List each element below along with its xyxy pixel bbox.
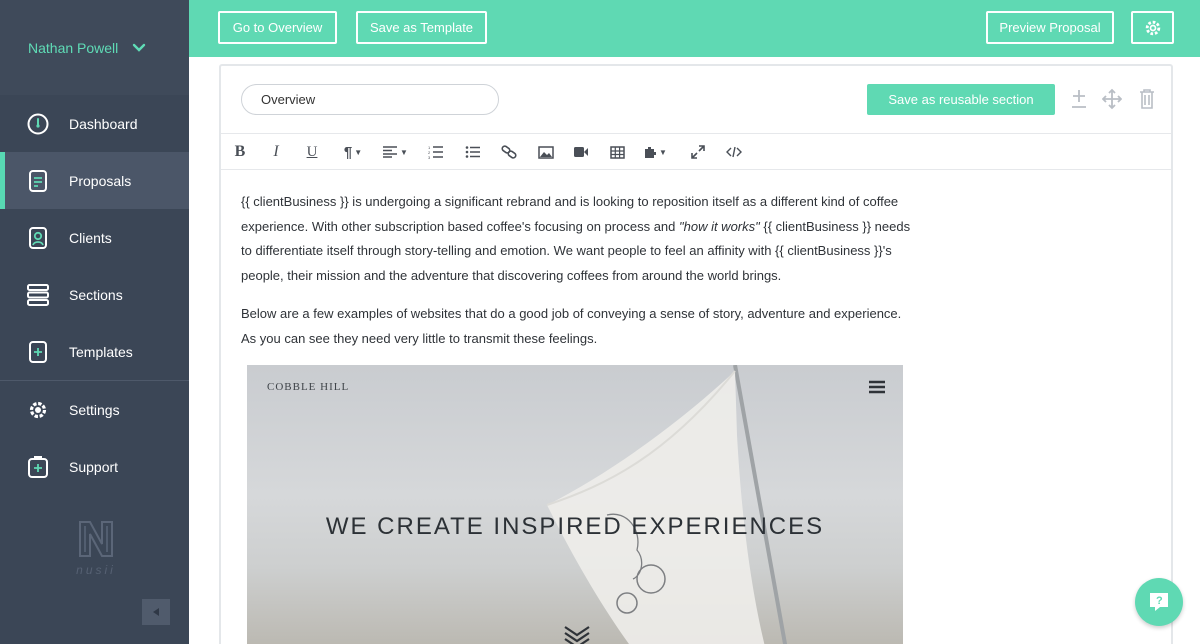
logo-text: nusii xyxy=(76,563,116,577)
templates-icon xyxy=(29,340,47,363)
bold-icon: B xyxy=(234,143,246,160)
image-button[interactable] xyxy=(533,142,559,162)
sections-icon xyxy=(27,283,49,306)
clients-icon xyxy=(29,226,47,249)
sidebar-item-sections[interactable]: Sections xyxy=(0,266,189,323)
chevron-down-icon xyxy=(133,43,146,52)
sidebar-item-label: Settings xyxy=(69,401,120,418)
hamburger-menu-icon xyxy=(869,380,885,394)
sidebar: Nathan Powell Dashboard Proposals Client… xyxy=(0,0,189,644)
emphasis-text: "how it works" xyxy=(679,218,760,234)
italic-button[interactable]: I xyxy=(263,142,289,162)
settings-icon xyxy=(29,401,47,418)
ordered-list-icon: 123 xyxy=(428,145,443,159)
support-icon xyxy=(28,455,48,478)
align-button[interactable]: ▼ xyxy=(379,142,411,162)
save-as-template-button[interactable]: Save as Template xyxy=(356,11,487,44)
plugin-button[interactable]: ▼ xyxy=(639,142,671,162)
collapse-sidebar-button[interactable] xyxy=(142,599,170,625)
move-icon[interactable] xyxy=(1102,88,1122,110)
link-button[interactable] xyxy=(496,142,522,162)
code-view-button[interactable] xyxy=(721,142,747,162)
sidebar-item-label: Proposals xyxy=(69,172,132,189)
settings-button[interactable] xyxy=(1131,11,1174,44)
sidebar-item-support[interactable]: Support xyxy=(0,438,189,495)
section-content[interactable]: {{ clientBusiness }} is undergoing a sig… xyxy=(221,170,1171,351)
fullscreen-button[interactable] xyxy=(685,142,711,162)
user-name: Nathan Powell xyxy=(28,39,119,56)
sidebar-item-templates[interactable]: Templates xyxy=(0,323,189,380)
dashboard-icon xyxy=(27,113,49,134)
section-title-input[interactable] xyxy=(241,84,499,115)
hero-headline: WE CREATE INSPIRED EXPERIENCES xyxy=(325,513,825,540)
unordered-list-icon xyxy=(465,146,480,158)
section-header: Save as reusable section xyxy=(221,66,1171,134)
logo-mark-icon xyxy=(79,521,113,557)
embedded-website-image: COBBLE HILL WE CREATE INSPIRED EXPERIENC… xyxy=(247,365,903,644)
sidebar-nav: Dashboard Proposals Clients Sections Tem… xyxy=(0,95,189,495)
nusii-logo: nusii xyxy=(70,518,122,577)
video-icon xyxy=(574,147,588,157)
top-bar: Go to Overview Save as Template Preview … xyxy=(189,0,1200,57)
add-section-icon[interactable] xyxy=(1069,88,1089,110)
align-icon xyxy=(383,146,398,158)
chat-help-icon: ? xyxy=(1150,593,1168,611)
help-chat-button[interactable]: ? xyxy=(1135,578,1183,626)
image-icon xyxy=(538,145,554,159)
go-to-overview-button[interactable]: Go to Overview xyxy=(218,11,337,44)
sidebar-item-label: Sections xyxy=(69,286,123,303)
underline-button[interactable]: U xyxy=(299,142,325,162)
paragraph-icon: ¶ xyxy=(343,143,353,161)
link-icon xyxy=(501,145,517,159)
bold-button[interactable]: B xyxy=(227,142,253,162)
svg-text:?: ? xyxy=(1156,595,1163,607)
video-button[interactable] xyxy=(568,142,594,162)
plugin-icon xyxy=(645,147,657,158)
trash-icon[interactable] xyxy=(1137,88,1157,110)
body-paragraph: Below are a few examples of websites tha… xyxy=(241,306,902,346)
proposals-icon xyxy=(29,169,47,192)
paragraph-format-button[interactable]: ¶ ▼ xyxy=(337,142,369,162)
fullscreen-icon xyxy=(691,145,705,159)
body-paragraph: {{ clientBusiness }} is undergoing a sig… xyxy=(241,190,911,288)
ordered-list-button[interactable]: 123 xyxy=(423,142,449,162)
user-menu[interactable]: Nathan Powell xyxy=(0,0,189,95)
save-reusable-section-button[interactable]: Save as reusable section xyxy=(867,84,1055,115)
svg-text:3: 3 xyxy=(428,155,431,159)
caret-left-icon xyxy=(153,608,159,616)
section-editor: Save as reusable section B I U ¶▼ ▼ 123 … xyxy=(219,64,1173,644)
sidebar-item-label: Clients xyxy=(69,229,112,246)
sidebar-item-settings[interactable]: Settings xyxy=(0,381,189,438)
unordered-list-button[interactable] xyxy=(460,142,486,162)
preview-proposal-button[interactable]: Preview Proposal xyxy=(986,11,1114,44)
hero-brand-text: COBBLE HILL xyxy=(267,381,350,393)
flag-illustration xyxy=(546,365,788,644)
table-icon xyxy=(609,145,625,159)
sidebar-item-label: Templates xyxy=(69,343,133,360)
gear-icon xyxy=(1145,20,1160,35)
sidebar-item-clients[interactable]: Clients xyxy=(0,209,189,266)
table-button[interactable] xyxy=(604,142,630,162)
formatting-toolbar: B I U ¶ ▼ ▼ 123 ▼ xyxy=(221,134,1171,170)
sidebar-item-label: Support xyxy=(69,458,119,475)
sidebar-item-proposals[interactable]: Proposals xyxy=(0,152,189,209)
sidebar-item-label: Dashboard xyxy=(69,115,138,132)
underline-icon: U xyxy=(306,143,318,160)
italic-icon: I xyxy=(273,143,279,160)
sidebar-item-dashboard[interactable]: Dashboard xyxy=(0,95,189,152)
code-icon xyxy=(726,146,742,158)
